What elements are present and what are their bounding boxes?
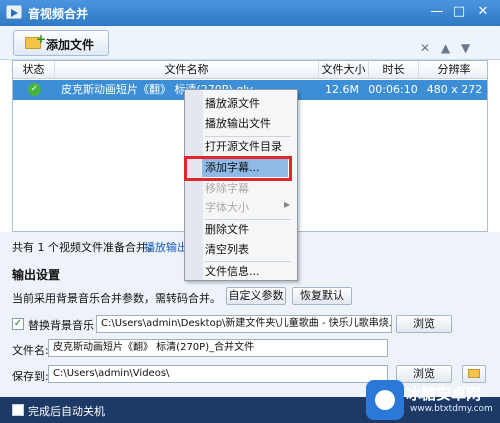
save-path-field[interactable]: C:\Users\admin\Videos\ — [48, 365, 388, 383]
duration-cell: 00:06:10 — [368, 83, 418, 96]
resolution-cell: 480 x 272 — [426, 83, 483, 96]
bgm-note: 当前采用背景音乐合并参数，需转码合并。 — [12, 292, 221, 305]
menu-item-play-output[interactable]: 播放输出文件 — [205, 115, 293, 133]
table-header: 状态 文件名称 文件大小 时长 分辨率 — [13, 61, 487, 79]
menu-item-font-size[interactable]: 字体大小 — [205, 199, 293, 217]
custom-params-button[interactable]: 自定义参数 — [226, 287, 286, 305]
summary-text: 共有 1 个视频文件准备合并。 — [12, 241, 158, 254]
window-title: 音视频合并 — [28, 7, 89, 21]
column-resolution[interactable]: 分辨率 — [419, 61, 487, 79]
watermark-title: 冰糖安卓网 — [406, 385, 482, 403]
file-size-cell: 12.6M — [325, 83, 359, 96]
menu-item-file-info[interactable]: 文件信息... — [205, 263, 293, 281]
replace-bgm-label: 替换背景音乐 — [28, 319, 94, 332]
bgm-path-field[interactable]: C:\Users\admin\Desktop\新建文件夹\儿童歌曲 - 快乐儿歌… — [96, 315, 392, 333]
save-browse-button[interactable]: 浏览 — [396, 365, 452, 383]
save-to-label: 保存到: — [12, 370, 49, 383]
watermark-url: www.btxtdmy.com — [410, 404, 493, 414]
context-menu-gutter — [185, 90, 203, 280]
column-name[interactable]: 文件名称 — [55, 61, 319, 79]
column-duration[interactable]: 时长 — [369, 61, 419, 79]
move-up-icon[interactable]: ▲ — [441, 41, 450, 55]
add-file-button[interactable]: + 添加文件 — [13, 30, 109, 56]
folder-icon — [468, 369, 480, 378]
menu-item-play-source[interactable]: 播放源文件 — [205, 95, 293, 113]
plus-icon: + — [36, 32, 47, 46]
app-icon — [6, 5, 22, 19]
menu-separator — [205, 219, 291, 220]
column-status[interactable]: 状态 — [13, 61, 55, 79]
output-settings-heading: 输出设置 — [12, 268, 61, 282]
restore-default-button[interactable]: 恢复默认 — [292, 287, 352, 305]
auto-shutdown-checkbox[interactable] — [12, 404, 24, 416]
filename-label: 文件名: — [12, 344, 49, 357]
column-size[interactable]: 文件大小 — [319, 61, 369, 79]
move-down-icon[interactable]: ▼ — [461, 41, 470, 55]
close-button[interactable]: ✕ — [472, 3, 494, 21]
check-icon: ✓ — [28, 83, 41, 96]
auto-shutdown-label: 完成后自动关机 — [28, 405, 105, 418]
open-folder-button[interactable] — [462, 365, 486, 383]
add-file-label: 添加文件 — [46, 38, 95, 52]
restore-button[interactable]: □ — [448, 3, 470, 21]
menu-item-open-source-dir[interactable]: 打开源文件目录 — [205, 138, 293, 156]
menu-separator — [205, 136, 291, 137]
submenu-arrow-icon: ▶ — [284, 200, 291, 209]
watermark-logo — [366, 380, 404, 420]
delete-icon[interactable]: ✕ — [420, 41, 430, 55]
play-output-link[interactable]: 播放输出 — [144, 239, 188, 255]
bgm-browse-button[interactable]: 浏览 — [396, 315, 452, 333]
highlight-box — [184, 156, 292, 181]
title-bar: 音视频合并 — □ ✕ — [0, 0, 500, 26]
menu-separator — [205, 261, 291, 262]
menu-item-delete-file[interactable]: 删除文件 — [205, 221, 293, 239]
menu-item-clear-list[interactable]: 清空列表 — [205, 241, 293, 259]
menu-item-remove-subtitle[interactable]: 移除字幕 — [205, 180, 293, 198]
replace-bgm-checkbox[interactable]: ✓ — [12, 318, 24, 330]
filename-field[interactable]: 皮克斯动画短片《翻》 标清(270P)_合并文件 — [48, 339, 388, 357]
minimize-button[interactable]: — — [426, 3, 448, 21]
